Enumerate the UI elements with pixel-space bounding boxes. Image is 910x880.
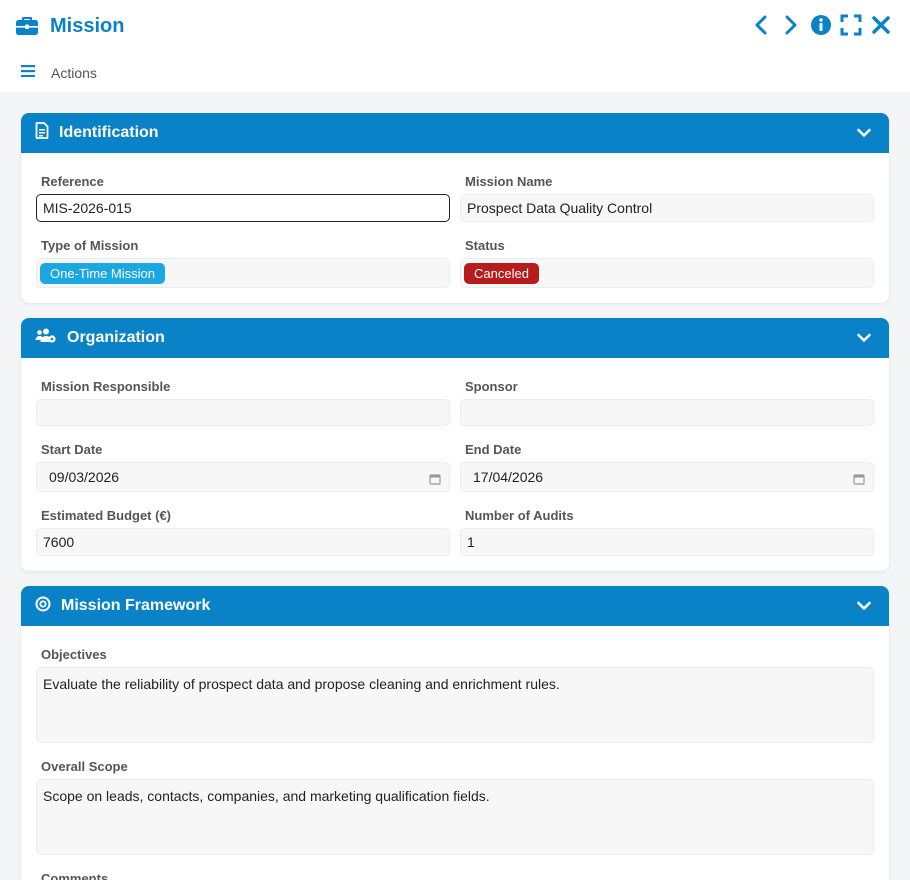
mission-responsible-label: Mission Responsible (41, 379, 171, 394)
number-of-audits-label: Number of Audits (465, 508, 574, 523)
close-icon[interactable] (870, 13, 892, 37)
reference-label: Reference (41, 174, 104, 189)
reference-value: MIS-2026-015 (43, 200, 132, 216)
mission-name-value: Prospect Data Quality Control (467, 200, 653, 216)
type-of-mission-label: Type of Mission (41, 238, 139, 253)
identification-header[interactable]: Identification (21, 113, 889, 153)
status-field[interactable]: Canceled (460, 258, 874, 288)
chevron-down-icon[interactable] (857, 330, 871, 348)
estimated-budget-label: Estimated Budget (€) (41, 508, 172, 523)
objectives-label: Objectives (41, 647, 107, 662)
number-of-audits-value: 1 (467, 534, 475, 550)
identification-title: Identification (59, 124, 159, 141)
hamburger-icon (21, 64, 35, 82)
mission-name-field[interactable]: Prospect Data Quality Control (460, 194, 874, 222)
overall-scope-textarea[interactable]: Scope on leads, contacts, companies, and… (36, 779, 874, 855)
chevron-down-icon[interactable] (857, 125, 871, 143)
info-icon[interactable] (810, 13, 832, 37)
estimated-budget-field[interactable]: 7600 (36, 528, 450, 556)
type-of-mission-field[interactable]: One-Time Mission (36, 258, 450, 288)
mission-responsible-field[interactable] (36, 399, 450, 426)
calendar-icon[interactable] (429, 472, 441, 488)
actions-label: Actions (51, 65, 97, 81)
window-controls (750, 13, 892, 37)
start-date-value: 09/03/2026 (49, 469, 120, 485)
end-date-value: 17/04/2026 (473, 469, 544, 485)
window-title-row: Mission (15, 12, 124, 40)
overall-scope-label: Overall Scope (41, 759, 128, 774)
document-icon (35, 122, 49, 144)
window-title: Mission (50, 14, 125, 37)
sponsor-label: Sponsor (465, 379, 518, 394)
number-of-audits-field[interactable]: 1 (460, 528, 874, 556)
fullscreen-icon[interactable] (840, 13, 862, 37)
reference-field[interactable]: MIS-2026-015 (36, 194, 450, 222)
objectives-value: Evaluate the reliability of prospect dat… (43, 676, 560, 692)
chevron-down-icon[interactable] (857, 598, 871, 616)
next-icon[interactable] (780, 13, 802, 37)
start-date-field[interactable]: 09/03/2026 (36, 462, 450, 492)
type-of-mission-pill: One-Time Mission (40, 262, 165, 284)
comments-label: Comments (41, 871, 109, 880)
status-label: Status (465, 238, 505, 253)
mission-window: Mission Actions Identification Reference… (0, 0, 910, 880)
overall-scope-value: Scope on leads, contacts, companies, and… (43, 788, 490, 804)
organization-header[interactable]: Organization (21, 318, 889, 358)
mission-framework-title: Mission Framework (61, 597, 211, 614)
estimated-budget-value: 7600 (43, 534, 75, 550)
organization-title: Organization (67, 329, 165, 346)
end-date-field[interactable]: 17/04/2026 (460, 462, 874, 492)
mission-name-label: Mission Name (465, 174, 553, 189)
actions-menu[interactable]: Actions (21, 64, 97, 82)
status-badge: Canceled (464, 262, 539, 284)
sponsor-field[interactable] (460, 399, 874, 426)
briefcase-icon (15, 14, 39, 38)
end-date-label: End Date (465, 442, 522, 457)
mission-framework-header[interactable]: Mission Framework (21, 586, 889, 626)
identification-section: Identification Reference MIS-2026-015 Mi… (21, 113, 889, 303)
start-date-label: Start Date (41, 442, 103, 457)
users-cog-icon (35, 328, 57, 349)
objectives-textarea[interactable]: Evaluate the reliability of prospect dat… (36, 667, 874, 743)
mission-framework-section: Mission Framework Objectives Evaluate th… (21, 586, 889, 880)
window-header: Mission Actions (0, 0, 910, 92)
target-icon (35, 596, 51, 617)
previous-icon[interactable] (750, 13, 772, 37)
organization-section: Organization Mission Responsible Sponsor… (21, 318, 889, 571)
calendar-icon[interactable] (853, 472, 865, 488)
